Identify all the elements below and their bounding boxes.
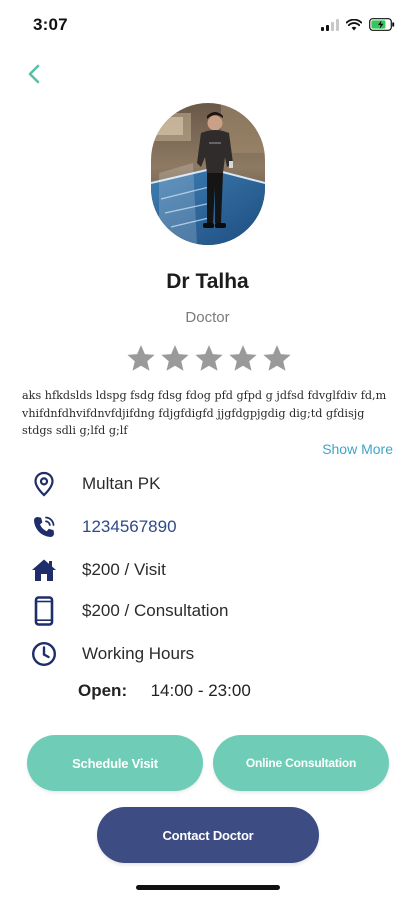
location-text: Multan PK [82, 474, 161, 493]
status-icons [321, 18, 395, 31]
location-pin-icon [30, 470, 58, 498]
home-icon [30, 556, 58, 584]
star-icon[interactable] [194, 344, 224, 373]
working-hours-label: Working Hours [82, 644, 195, 663]
rating-stars[interactable] [126, 344, 292, 373]
star-icon[interactable] [262, 344, 292, 373]
contact-doctor-button[interactable]: Contact Doctor [97, 807, 319, 863]
signal-icon [321, 18, 339, 31]
open-hours-value: 14:00 - 23:00 [150, 681, 251, 700]
doctor-bio: aks hfkdslds ldspg fsdg fdsg fdog pfd gf… [22, 389, 387, 437]
visit-fee-row: $200 / Visit [30, 556, 166, 584]
phone-row[interactable]: 1234567890 [30, 513, 177, 541]
chevron-left-icon [28, 64, 40, 84]
status-time: 3:07 [33, 15, 68, 34]
star-icon[interactable] [228, 344, 258, 373]
location-row: Multan PK [30, 470, 160, 498]
clock-icon [30, 640, 58, 668]
doctor-avatar [151, 103, 265, 245]
back-button[interactable] [22, 60, 46, 88]
star-icon[interactable] [160, 344, 190, 373]
show-more-link[interactable]: Show More [322, 441, 393, 457]
doctor-role: Doctor [185, 309, 230, 326]
phone-number[interactable]: 1234567890 [82, 517, 177, 537]
star-icon[interactable] [126, 344, 156, 373]
online-consultation-button[interactable]: Online Consultation [213, 735, 389, 791]
wifi-icon [346, 18, 362, 30]
schedule-visit-button[interactable]: Schedule Visit [27, 735, 203, 791]
open-label: Open: [78, 681, 128, 700]
consultation-fee-row: $200 / Consultation [30, 596, 229, 626]
home-indicator [136, 885, 280, 890]
doctor-name: Dr Talha [166, 270, 249, 293]
battery-icon [369, 18, 395, 31]
phone-icon [30, 513, 58, 541]
consultation-fee-text: $200 / Consultation [82, 601, 229, 620]
status-bar: 3:07 [0, 0, 415, 48]
working-hours-row: Working Hours [30, 640, 194, 668]
visit-fee-text: $200 / Visit [82, 560, 166, 579]
open-hours: Open: 14:00 - 23:00 [78, 681, 251, 701]
mobile-phone-icon [30, 596, 58, 626]
